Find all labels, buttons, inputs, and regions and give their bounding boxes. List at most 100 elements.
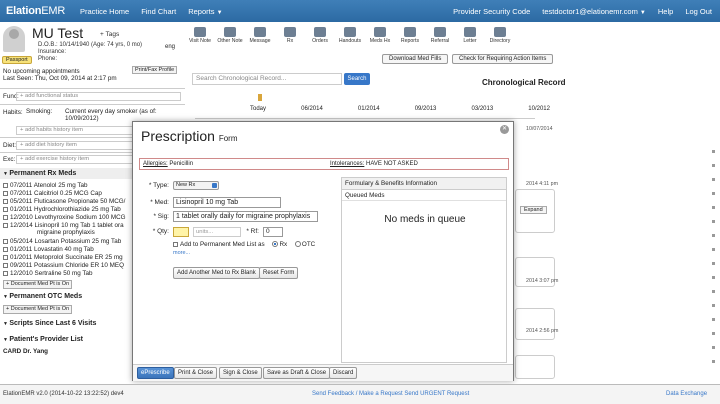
status-bar: ElationEMR v2.0 (2014-10-22 13:22:52) de… (0, 384, 720, 404)
feedback-link[interactable]: Send Feedback / Make a Request Send URGE… (312, 391, 469, 397)
qty-input[interactable] (173, 227, 189, 237)
handouts-button[interactable]: Handouts (335, 22, 365, 50)
data-exchange-link[interactable]: Data Exchange (666, 391, 707, 397)
med-label: * Med: (150, 199, 169, 206)
rf-label: * Rf: (246, 228, 259, 235)
no-meds-message: No meds in queue (384, 214, 466, 225)
checkbox[interactable] (3, 262, 8, 268)
otc-radio[interactable] (294, 241, 301, 248)
other-note-button[interactable]: Other Note (215, 22, 245, 50)
eprescribe-button[interactable]: ePrescribe (137, 367, 174, 379)
allergies-value: Penicillin (169, 161, 194, 167)
list-item[interactable]: 09/2011 Potassium Chloride ER 10 MEQ (3, 262, 124, 269)
avatar (3, 26, 25, 52)
referral-button[interactable]: Referral (425, 22, 455, 50)
timeline-label[interactable]: Today (250, 106, 266, 112)
add-permanent-med-row: Add to Permanent Med List as Rx OTC (173, 241, 315, 248)
meds-hx-button[interactable]: Meds Hx (365, 22, 395, 50)
formulary-panel: Formulary & Benefits Information Queued … (341, 177, 507, 363)
check-requiring-action-button[interactable]: Check for Requiring Action Items (452, 54, 554, 64)
timeline-label[interactable]: 06/2014 (301, 106, 323, 112)
scrollbar[interactable] (711, 150, 716, 363)
nav-provider-security-code[interactable]: Provider Security Code (453, 7, 530, 16)
sig-input[interactable]: 1 tablet orally daily for migraine proph… (173, 211, 318, 222)
timeline: Today 06/2014 01/2014 09/2013 03/2013 10… (250, 106, 550, 112)
list-item[interactable]: 07/2011 Atenolol 25 mg Tab (3, 182, 88, 189)
nav-find-chart[interactable]: Find Chart (141, 7, 176, 16)
nav-reports[interactable]: Reports ▼ (188, 7, 222, 16)
add-tags-link[interactable]: + Tags (100, 31, 119, 38)
functional-status-input[interactable]: + add functional status (16, 92, 181, 101)
nav-practice-home[interactable]: Practice Home (80, 7, 129, 16)
document-otc-med-button[interactable]: + Document Med Pt is On (3, 305, 73, 314)
passport-badge[interactable]: Passport (2, 56, 32, 64)
list-item[interactable]: 05/2011 Fluticasone Propionate 50 MCG/ (3, 198, 125, 205)
smoking-label: Smoking: (26, 108, 53, 115)
sign-close-button[interactable]: Sign & Close (219, 367, 262, 379)
timeline-label[interactable]: 03/2013 (472, 106, 494, 112)
message-icon (254, 27, 266, 37)
document-med-button[interactable]: + Document Med Pt is On (3, 280, 73, 289)
timeline-label[interactable]: 09/2013 (415, 106, 437, 112)
med-input[interactable]: Lisinopril 10 mg Tab (173, 197, 281, 208)
patient-language: eng (165, 44, 176, 50)
checkbox[interactable] (3, 182, 8, 188)
app-logo[interactable]: ElationEMR (0, 5, 80, 17)
last-seen: Last Seen: Thu, Oct 09, 2014 at 2:17 pm (3, 75, 117, 82)
more-link[interactable]: more... (173, 250, 190, 256)
list-item[interactable]: 05/2014 Losartan Potassium 25 mg Tab (3, 238, 121, 245)
print-close-button[interactable]: Print & Close (174, 367, 218, 379)
patient-dob: D.O.B.: 10/14/1940 (Age: 74 yrs, 0 mo) (38, 42, 143, 48)
checkbox[interactable] (3, 198, 8, 204)
nav-log-out[interactable]: Log Out (685, 7, 712, 16)
download-med-fills-button[interactable]: Download Med Fills (382, 54, 449, 64)
list-item[interactable]: 01/2011 Metoprolol Succinate ER 25 mg (3, 254, 123, 261)
reports-icon (404, 27, 416, 37)
timeline-label[interactable]: 01/2014 (358, 106, 380, 112)
rx-radio[interactable] (272, 241, 279, 248)
timeline-marker (258, 94, 262, 101)
refills-input[interactable]: 0 (263, 227, 283, 237)
visit-note-button[interactable]: Visit Note (185, 22, 215, 50)
chevron-down-icon: ▼ (639, 9, 646, 16)
message-button[interactable]: Message (245, 22, 275, 50)
add-permanent-checkbox[interactable] (173, 241, 178, 247)
provider-item[interactable]: CARD Dr. Yang (3, 348, 48, 355)
expand-button[interactable]: Expand (520, 206, 547, 214)
list-item[interactable]: 01/2011 Hydrochlorothiazide 25 mg Tab (3, 206, 121, 213)
nav-user-email[interactable]: testdoctor1@elationemr.com ▼ (542, 7, 646, 16)
checkbox[interactable] (3, 238, 8, 244)
record-card[interactable] (515, 308, 555, 340)
print-fax-profile-button[interactable]: Print/Fax Profile (132, 66, 178, 74)
checkbox[interactable] (3, 270, 8, 276)
search-button[interactable]: Search (344, 73, 370, 85)
checkbox[interactable] (3, 222, 8, 228)
chronological-search-input[interactable]: Search Chronological Record... (192, 73, 342, 85)
list-item[interactable]: 12/2010 Sertraline 50 mg Tab (3, 270, 93, 277)
checkbox[interactable] (3, 206, 8, 212)
checkbox[interactable] (3, 214, 8, 220)
add-another-med-button[interactable]: Add Another Med to Rx Blank (173, 267, 260, 279)
list-item[interactable]: 12/2010 Levothyroxine Sodium 100 MCG (3, 214, 126, 221)
letter-button[interactable]: Letter (455, 22, 485, 50)
list-item[interactable]: 07/2011 Calcitriol 0.25 MCG Cap (3, 190, 102, 197)
checkbox[interactable] (3, 190, 8, 196)
checkbox[interactable] (3, 254, 8, 260)
list-item[interactable]: 01/2011 Lovastatin 40 mg Tab (3, 246, 94, 253)
nav-help[interactable]: Help (658, 7, 673, 16)
reports-button[interactable]: Reports (395, 22, 425, 50)
orders-button[interactable]: Orders (305, 22, 335, 50)
directory-button[interactable]: Directory (485, 22, 515, 50)
checkbox[interactable] (3, 246, 8, 252)
list-item[interactable]: 12/2014 Lisinopril 10 mg Tab 1 tablet or… (3, 222, 124, 229)
rx-button[interactable]: Rx (275, 22, 305, 50)
dialog-footer: ePrescribe Print & Close Sign & Close Sa… (133, 364, 513, 381)
save-draft-close-button[interactable]: Save as Draft & Close (263, 367, 331, 379)
reset-form-button[interactable]: Reset Form (259, 267, 299, 279)
prescription-form-dialog: Prescription Form ✕ Allergies: Penicilli… (132, 121, 514, 381)
close-icon[interactable]: ✕ (500, 125, 509, 134)
discard-button[interactable]: Discard (329, 367, 358, 379)
timeline-label[interactable]: 10/2012 (528, 106, 550, 112)
record-card[interactable] (515, 355, 555, 379)
type-select[interactable]: New Rx (173, 181, 219, 190)
